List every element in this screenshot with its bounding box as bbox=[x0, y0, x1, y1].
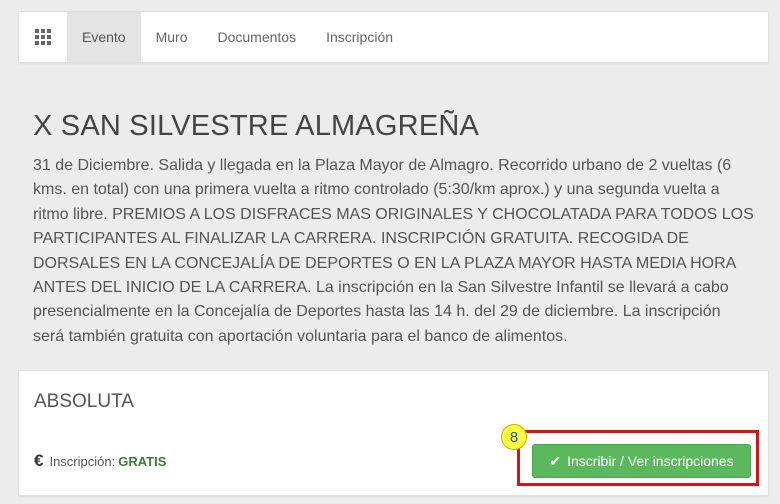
price-value: GRATIS bbox=[118, 453, 167, 469]
top-navbar: Evento Muro Documentos Inscripción bbox=[18, 11, 769, 63]
menu-button[interactable] bbox=[19, 12, 67, 62]
tab-muro[interactable]: Muro bbox=[141, 12, 203, 62]
tab-inscripcion[interactable]: Inscripción bbox=[311, 12, 408, 62]
tab-documentos[interactable]: Documentos bbox=[203, 12, 312, 62]
category-title: ABSOLUTA bbox=[34, 391, 134, 412]
tab-evento[interactable]: Evento bbox=[67, 12, 141, 62]
check-icon: ✔ bbox=[549, 452, 562, 469]
euro-icon: € bbox=[34, 451, 44, 470]
price-label: Inscripción: bbox=[49, 453, 116, 469]
price-info: € Inscripción: GRATIS bbox=[34, 451, 166, 471]
event-description: 31 de Diciembre. Salida y llegada en la … bbox=[33, 157, 754, 345]
grid-icon bbox=[35, 29, 51, 45]
inscribir-button[interactable]: ✔ Inscribir / Ver inscripciones bbox=[532, 444, 751, 478]
step-badge: 8 bbox=[501, 424, 527, 450]
event-title: X SAN SILVESTRE ALMAGREÑA bbox=[33, 110, 480, 142]
inscribir-button-label: Inscribir / Ver inscripciones bbox=[567, 453, 734, 469]
